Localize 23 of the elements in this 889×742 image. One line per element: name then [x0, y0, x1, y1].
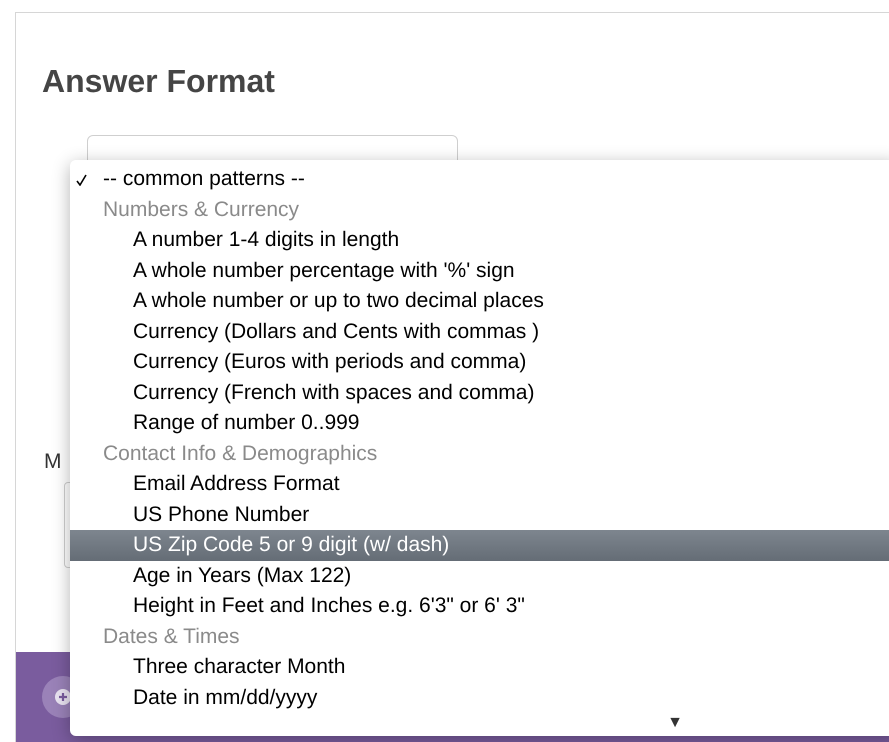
- option-group-label: Dates & Times: [102, 624, 240, 650]
- option-group-label: Contact Info & Demographics: [102, 440, 378, 466]
- menu-option[interactable]: US Phone Number: [70, 500, 889, 530]
- menu-option[interactable]: Currency (Dollars and Cents with commas ): [70, 316, 889, 347]
- plus-icon: [55, 689, 71, 705]
- menu-option[interactable]: US Zip Code 5 or 9 digit (w/ dash): [70, 530, 889, 560]
- menu-option[interactable]: A whole number or up to two decimal places: [70, 286, 889, 316]
- menu-option[interactable]: Three character Month: [70, 652, 889, 682]
- scroll-down-arrow[interactable]: ▼: [667, 715, 683, 731]
- menu-option[interactable]: Range of number 0..999: [70, 408, 889, 438]
- menu-option[interactable]: Email Address Format: [70, 469, 889, 500]
- menu-option[interactable]: Age in Years (Max 122): [70, 560, 889, 591]
- section-heading: Answer Format: [42, 65, 276, 97]
- menu-option[interactable]: Currency (Euros with periods and comma): [70, 347, 889, 378]
- menu-option[interactable]: Height in Feet and Inches e.g. 6'3" or 6' 3": [70, 591, 889, 622]
- menu-option[interactable]: Date in mm/dd/yyyy: [70, 682, 889, 713]
- check-icon: [76, 174, 87, 186]
- menu-option[interactable]: -- common patterns --: [70, 164, 889, 194]
- menu-option[interactable]: A whole number percentage with '%' sign: [70, 256, 889, 286]
- menu-option[interactable]: Currency (French with spaces and comma): [70, 378, 889, 408]
- message-label: M: [44, 451, 62, 472]
- menu-option[interactable]: A number 1-4 digits in length: [70, 225, 889, 256]
- option-group-label: Numbers & Currency: [102, 196, 300, 222]
